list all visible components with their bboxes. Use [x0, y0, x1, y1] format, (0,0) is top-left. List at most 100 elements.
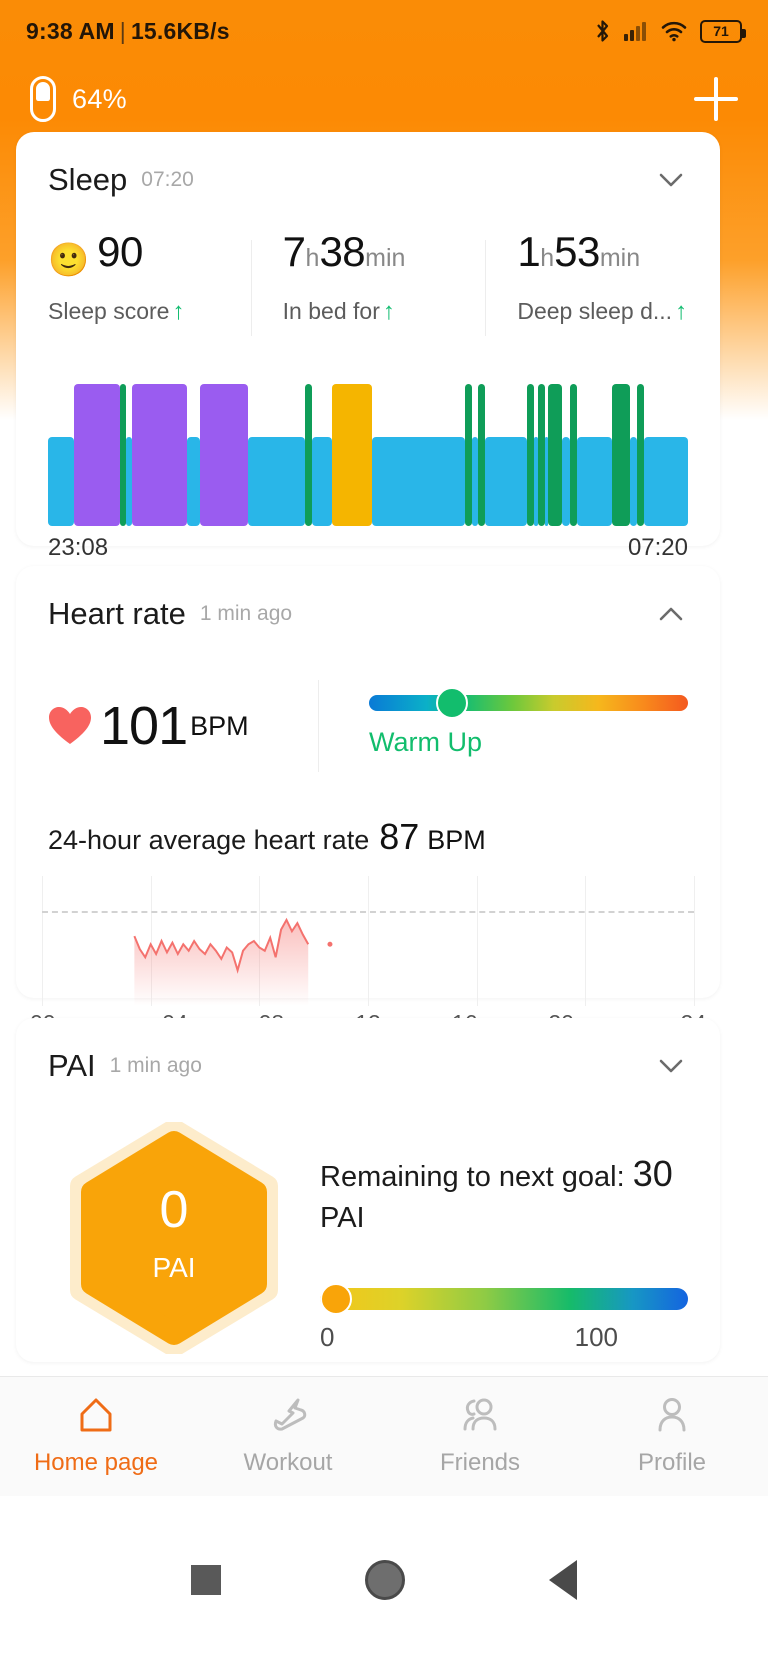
signal-bars-icon: [624, 21, 648, 41]
trend-up-icon: ↑: [172, 297, 185, 325]
sleep-score-value-row: 🙂 90: [48, 228, 251, 290]
sleep-segment-awake: [527, 384, 534, 526]
device-battery-percent: 64%: [72, 83, 127, 114]
sleep-stat-score: 🙂 90 Sleep score ↑: [16, 228, 251, 358]
heart-rate-average-row: 24-hour average heart rate 87 BPM: [16, 790, 720, 858]
heart-rate-average-unit: BPM: [427, 825, 486, 855]
pai-score-unit: PAI: [152, 1252, 196, 1283]
pai-score-value: 0: [159, 1181, 189, 1239]
wifi-icon: [661, 20, 687, 42]
friends-icon: [460, 1396, 500, 1439]
battery-level: 71: [713, 23, 729, 39]
add-button[interactable]: [694, 77, 738, 121]
sleep-segment-awake: [538, 384, 545, 526]
home-icon: [76, 1396, 116, 1439]
in-bed-hours-unit: h: [305, 244, 320, 272]
sleep-segment-awake: [637, 384, 645, 526]
pai-heptagon-gauge: 0 PAI: [58, 1122, 290, 1354]
triangle-back-icon[interactable]: [549, 1560, 577, 1600]
battery-icon: 71: [700, 19, 746, 43]
tab-profile-label: Profile: [637, 1449, 707, 1476]
heart-rate-series: [133, 917, 333, 1006]
deep-sleep-value-row: 1 h 53 min: [517, 228, 720, 290]
square-icon[interactable]: [191, 1565, 221, 1595]
heart-rate-zone-bar: [369, 686, 688, 719]
sleep-segment-deep: [132, 384, 187, 526]
sleep-end-time: 07:20: [627, 534, 688, 561]
pai-subtitle: 1 min ago: [109, 1054, 202, 1077]
circle-icon[interactable]: [365, 1560, 405, 1600]
sleep-start-time: 23:08: [48, 534, 109, 561]
tab-friends[interactable]: Friends: [384, 1377, 576, 1496]
tab-workout-label: Workout: [243, 1449, 333, 1476]
pai-card[interactable]: PAI 1 min ago 0 PAI Remaining to next go…: [16, 1018, 720, 1362]
sleep-score-label-row: Sleep score ↑: [48, 298, 251, 325]
status-separator: |: [119, 17, 126, 44]
pai-title: PAI: [48, 1048, 96, 1083]
pai-body: 0 PAI Remaining to next goal: 30 PAI 0 1…: [16, 1114, 720, 1354]
heart-rate-zone-marker: [435, 686, 468, 719]
in-bed-label-row: In bed for ↑: [283, 298, 486, 325]
pai-card-header[interactable]: PAI 1 min ago: [16, 1018, 720, 1114]
tab-workout[interactable]: Workout: [192, 1377, 384, 1496]
heart-icon: [48, 706, 92, 746]
deep-sleep-label-row: Deep sleep d... ↑: [517, 298, 720, 325]
bottom-tab-bar: Home page Workout Friends Profile: [0, 1376, 768, 1496]
sleep-segment-awake: [611, 384, 630, 526]
heart-rate-card[interactable]: Heart rate 1 min ago 101 BPM Warm Up 24-…: [16, 566, 720, 1036]
chevron-down-icon[interactable]: [654, 1049, 688, 1083]
sleep-title: Sleep: [48, 162, 128, 197]
chart-gridline: [694, 876, 695, 1006]
sleep-stat-deep-sleep: 1 h 53 min Deep sleep d... ↑: [485, 228, 720, 358]
in-bed-value-row: 7 h 38 min: [283, 228, 486, 290]
pai-scale-max: 100: [574, 1321, 618, 1352]
sleep-segment-awake: [547, 384, 562, 526]
sleep-segment-light: [485, 436, 528, 526]
heart-rate-zone-label: Warm Up: [369, 726, 482, 757]
status-time: 9:38 AM: [26, 17, 115, 44]
sleep-stats-row: 🙂 90 Sleep score ↑ 7 h 38 min In bed for…: [16, 228, 720, 358]
sleep-subtitle: 07:20: [141, 168, 194, 191]
heart-rate-card-header[interactable]: Heart rate 1 min ago: [16, 566, 720, 662]
deep-sleep-minutes: 53: [554, 228, 600, 275]
sleep-segment-light: [186, 436, 200, 526]
device-battery-group[interactable]: 64%: [30, 76, 127, 122]
heart-rate-average-value: 87: [379, 816, 420, 857]
pai-scale-labels: 0 100: [320, 1322, 688, 1353]
chevron-up-icon[interactable]: [654, 597, 688, 631]
app-root: 9:38 AM | 15.6KB/s 71 64% Sleep 07:20 🙂 …: [0, 0, 768, 1664]
chevron-down-icon[interactable]: [654, 163, 688, 197]
sleep-card-header[interactable]: Sleep 07:20: [16, 132, 720, 228]
tab-profile[interactable]: Profile: [576, 1377, 768, 1496]
deep-sleep-hours: 1: [517, 228, 541, 275]
pai-goal-group: Remaining to next goal: 30 PAI 0 100: [290, 1122, 688, 1354]
tab-friends-label: Friends: [439, 1449, 521, 1476]
pai-goal-text-row: Remaining to next goal: 30 PAI: [320, 1150, 688, 1238]
network-speed: 15.6KB/s: [130, 17, 230, 44]
tab-home-page-label: Home page: [33, 1449, 159, 1476]
sleep-segment-light: [644, 436, 688, 526]
shoe-icon: [268, 1396, 308, 1439]
sleep-card[interactable]: Sleep 07:20 🙂 90 Sleep score ↑ 7 h 38 mi…: [16, 132, 720, 561]
trend-up-icon: ↑: [675, 297, 688, 325]
sleep-segment-rem: [331, 384, 372, 526]
in-bed-label: In bed for: [282, 298, 380, 324]
sleep-time-axis: 23:08 07:20: [16, 526, 720, 562]
sleep-segment-light: [577, 436, 612, 526]
heart-rate-zone-group: Warm Up: [319, 686, 688, 758]
sleep-segment-deep: [73, 384, 120, 526]
heart-rate-title: Heart rate: [48, 596, 186, 631]
tab-home-page[interactable]: Home page: [0, 1377, 192, 1496]
sleep-stat-in-bed: 7 h 38 min In bed for ↑: [250, 228, 486, 358]
sleep-segment-light: [247, 436, 306, 526]
heart-rate-subtitle: 1 min ago: [199, 602, 293, 625]
heart-rate-current-row: 101 BPM Warm Up: [16, 662, 720, 790]
status-bar-right: 71: [594, 19, 746, 43]
heart-rate-bpm-value: 101: [100, 696, 188, 756]
sleep-segment-deep: [199, 384, 248, 526]
person-icon: [652, 1396, 692, 1439]
device-bar: 64%: [0, 62, 768, 136]
status-bar-left: 9:38 AM | 15.6KB/s: [26, 18, 230, 45]
heart-rate-chart: [42, 876, 695, 1006]
sleep-segment-awake: [478, 384, 486, 526]
